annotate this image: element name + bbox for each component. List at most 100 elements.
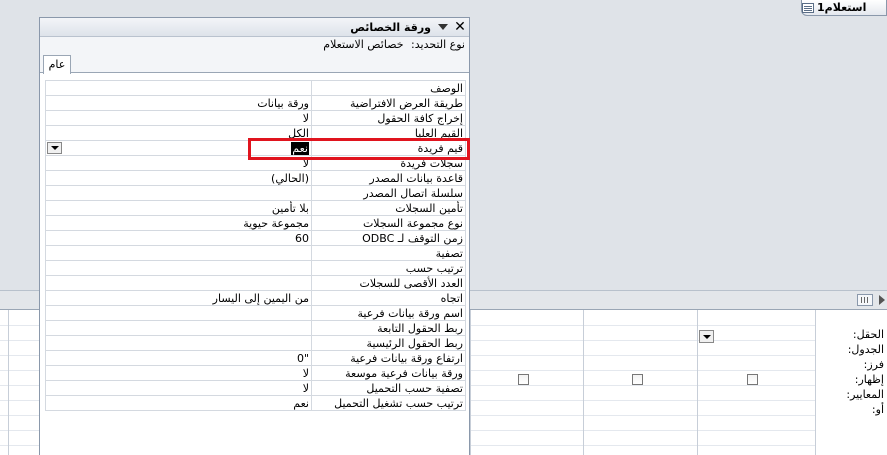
query-tab[interactable]: استعلام1 [801,0,887,16]
close-icon[interactable]: ✕ [453,20,467,34]
property-name: قاعدة بيانات المصدر [311,170,466,186]
property-name: قيم فريدة [311,140,466,156]
grid-column[interactable] [697,310,698,455]
property-value-editor[interactable]: نعم [45,140,312,156]
property-value[interactable]: نعم [45,395,312,411]
property-row[interactable]: زمن التوقف لـ ODBC 60 [45,230,466,246]
property-value[interactable]: مجموعة حيوية [45,215,312,231]
grid-label-sort: فرز: [863,358,884,371]
property-name: تصفية حسب التحميل [311,380,466,396]
scroll-right-arrow-icon[interactable] [879,295,885,305]
property-name: اتجاه [311,290,466,306]
property-value[interactable]: لا [45,365,312,381]
property-value[interactable] [45,260,312,276]
property-row[interactable]: ارتفاع ورقة بيانات فرعية "0 [45,350,466,366]
property-row[interactable]: العدد الأقصى للسجلات [45,275,466,291]
show-checkbox[interactable] [747,374,758,385]
property-name: القيم العليا [311,125,466,141]
property-name: اسم ورقة بيانات فرعية [311,305,466,321]
property-row[interactable]: اسم ورقة بيانات فرعية [45,305,466,321]
property-value-selected[interactable]: نعم [291,141,309,155]
grid-column[interactable] [583,310,584,455]
query-icon [802,2,814,13]
grid-label-table: الجدول: [847,343,884,356]
show-checkbox[interactable] [518,374,529,385]
scroll-thumb[interactable] [857,294,873,306]
grid-column[interactable] [8,310,9,455]
property-value[interactable] [45,185,312,201]
property-value[interactable] [45,320,312,336]
property-value[interactable]: "0 [45,350,312,366]
property-name: ربط الحقول التابعة [311,320,466,336]
property-row[interactable]: ترتيب حسب تشغيل التحميل نعم [45,395,466,411]
property-value[interactable]: من اليمين إلى اليسار [45,290,312,306]
property-row[interactable]: نوع مجموعة السجلات مجموعة حيوية [45,215,466,231]
property-row-selected[interactable]: قيم فريدة نعم [45,140,466,156]
property-sheet-title: ورقة الخصائص [350,21,431,34]
property-list: الوصف طريقة العرض الافتراضية ورقة بيانات… [40,74,469,455]
property-row[interactable]: الوصف [45,80,466,96]
property-name: تأمين السجلات [311,200,466,216]
property-row[interactable]: القيم العليا الكل [45,125,466,141]
property-name: ارتفاع ورقة بيانات فرعية [311,350,466,366]
property-table: الوصف طريقة العرض الافتراضية ورقة بيانات… [45,80,466,411]
menu-dropdown-icon[interactable] [438,24,448,30]
property-name: تصفية [311,245,466,261]
property-name: طريقة العرض الافتراضية [311,95,466,111]
property-row[interactable]: تأمين السجلات بلا تأمين [45,200,466,216]
property-value[interactable]: لا [45,380,312,396]
property-tabstrip: عام [40,53,469,74]
grid-label-criteria: المعايير: [846,388,884,401]
property-row[interactable]: تصفية [45,245,466,261]
property-row[interactable]: سجلات فريدة لا [45,155,466,171]
selection-type-label: نوع التحديد: [411,38,465,51]
property-name: ربط الحقول الرئيسية [311,335,466,351]
property-name: العدد الأقصى للسجلات [311,275,466,291]
property-name: الوصف [311,80,466,96]
property-name: سجلات فريدة [311,155,466,171]
grid-label-field: الحقل: [852,328,884,341]
property-row[interactable]: إخراج كافة الحقول لا [45,110,466,126]
property-row[interactable]: قاعدة بيانات المصدر (الحالي) [45,170,466,186]
property-value[interactable]: بلا تأمين [45,200,312,216]
property-value[interactable]: لا [45,155,312,171]
property-row[interactable]: سلسلة اتصال المصدر [45,185,466,201]
property-row[interactable]: ورقة بيانات فرعية موسعة لا [45,365,466,381]
property-row[interactable]: تصفية حسب التحميل لا [45,380,466,396]
property-value[interactable] [45,245,312,261]
grid-column[interactable] [470,310,471,455]
property-row[interactable]: اتجاه من اليمين إلى اليسار [45,290,466,306]
property-value[interactable] [45,80,312,96]
property-value[interactable]: ورقة بيانات [45,95,312,111]
selection-type: نوع التحديد: خصائص الاستعلام [40,37,469,53]
property-row[interactable]: ترتيب حسب [45,260,466,276]
property-name: ورقة بيانات فرعية موسعة [311,365,466,381]
property-name: زمن التوقف لـ ODBC [311,230,466,246]
property-value[interactable]: 60 [45,230,312,246]
property-value[interactable] [45,305,312,321]
property-row[interactable]: طريقة العرض الافتراضية ورقة بيانات [45,95,466,111]
property-value[interactable] [45,335,312,351]
grid-row-labels: الحقل: الجدول: فرز: إظهار: المعايير: أو: [815,310,887,455]
property-row[interactable]: ربط الحقول الرئيسية [45,335,466,351]
show-checkbox[interactable] [632,374,643,385]
property-name: سلسلة اتصال المصدر [311,185,466,201]
property-row[interactable]: ربط الحقول التابعة [45,320,466,336]
grid-label-or: أو: [871,403,884,416]
selection-type-value: خصائص الاستعلام [323,38,404,51]
field-dropdown-icon[interactable] [699,330,714,343]
property-value[interactable]: (الحالي) [45,170,312,186]
property-name: نوع مجموعة السجلات [311,215,466,231]
property-value[interactable]: لا [45,110,312,126]
property-value[interactable]: الكل [45,125,312,141]
property-name: إخراج كافة الحقول [311,110,466,126]
value-dropdown-icon[interactable] [47,142,62,154]
tab-general[interactable]: عام [43,55,71,74]
property-sheet[interactable]: ✕ ورقة الخصائص نوع التحديد: خصائص الاستع… [39,17,470,455]
property-name: ترتيب حسب تشغيل التحميل [311,395,466,411]
property-sheet-titlebar[interactable]: ✕ ورقة الخصائص [40,18,469,37]
property-value[interactable] [45,275,312,291]
query-tab-label: استعلام1 [817,1,867,14]
grid-label-show: إظهار: [854,373,884,386]
property-name: ترتيب حسب [311,260,466,276]
